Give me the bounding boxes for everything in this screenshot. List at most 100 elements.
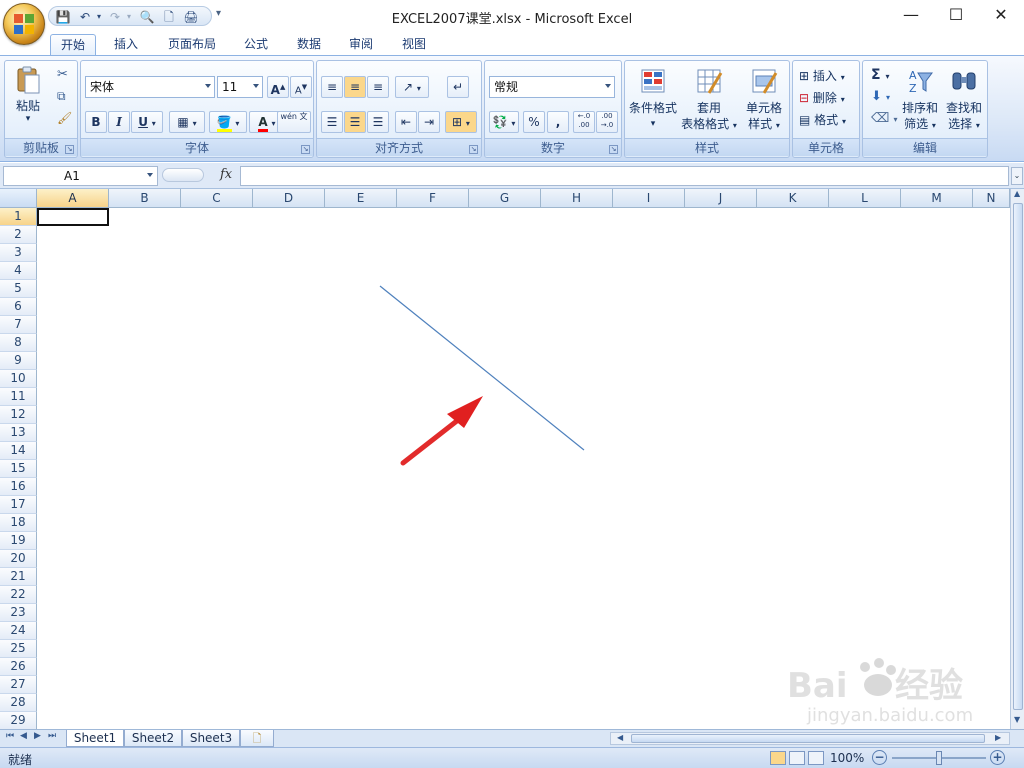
sheet-tab-2[interactable]: Sheet2 [124,730,182,747]
row-header-23[interactable]: 23 [0,604,37,622]
prev-sheet-icon[interactable]: ◀ [20,731,27,741]
find-select-button[interactable]: 查找和 选择 ▾ [943,67,985,134]
column-header-j[interactable]: J [685,189,757,208]
decrease-indent-button[interactable]: ⇤ [395,111,417,133]
row-header-28[interactable]: 28 [0,694,37,712]
scroll-up-icon[interactable]: ▲ [1014,189,1020,198]
row-header-11[interactable]: 11 [0,388,37,406]
underline-button[interactable]: U ▾ [131,111,163,133]
drawn-line[interactable] [379,285,585,451]
paste-button[interactable]: 粘贴 ▾ [9,65,47,124]
tab-formulas[interactable]: 公式 [235,34,277,56]
row-header-21[interactable]: 21 [0,568,37,586]
format-painter-icon[interactable]: 🖌 [57,111,72,125]
row-header-9[interactable]: 9 [0,352,37,370]
sheet-tab-3[interactable]: Sheet3 [182,730,240,747]
align-center-button[interactable]: ☰ [344,111,366,133]
font-launcher-icon[interactable]: ↘ [301,145,310,154]
tab-insert[interactable]: 插入 [106,34,146,56]
row-header-17[interactable]: 17 [0,496,37,514]
row-header-14[interactable]: 14 [0,442,37,460]
zoom-in-icon[interactable]: + [990,750,1005,765]
column-header-n[interactable]: N [973,189,1010,208]
scroll-right-icon[interactable]: ▶ [995,733,1001,742]
fill-button[interactable]: ⬇ ▾ [871,89,890,104]
column-header-h[interactable]: H [541,189,613,208]
zoom-slider[interactable] [892,751,986,765]
align-right-button[interactable]: ☰ [367,111,389,133]
borders-button[interactable]: ▦ ▾ [169,111,205,133]
column-header-b[interactable]: B [109,189,181,208]
format-cells-button[interactable]: ▤ 格式 ▾ [799,111,846,128]
column-header-c[interactable]: C [181,189,253,208]
align-middle-button[interactable]: ≡ [344,76,366,98]
orientation-button[interactable]: ↗ ▾ [395,76,429,98]
row-header-26[interactable]: 26 [0,658,37,676]
zoom-out-icon[interactable]: − [872,750,887,765]
percent-button[interactable]: % [523,111,545,133]
formula-grip[interactable] [162,168,204,182]
delete-cells-button[interactable]: ⊟ 删除 ▾ [799,89,845,106]
cell-styles-button[interactable]: 单元格 样式 ▾ [739,67,789,134]
number-format-dropdown[interactable]: 常规 [489,76,615,98]
decrease-decimal-button[interactable]: .00 →.0 [596,111,618,133]
row-header-13[interactable]: 13 [0,424,37,442]
vertical-scrollbar[interactable]: ▲ ▼ [1010,189,1024,729]
phonetic-button[interactable]: wén 文 [277,111,311,133]
first-sheet-icon[interactable]: ⏮ [6,731,14,741]
insert-sheet-tab[interactable]: 🗋 [240,730,274,747]
shrink-font-button[interactable]: A▼ [290,76,312,98]
row-header-27[interactable]: 27 [0,676,37,694]
increase-decimal-button[interactable]: ←.0 .00 [573,111,595,133]
tab-page-layout[interactable]: 页面布局 [158,34,226,56]
align-left-button[interactable]: ☰ [321,111,343,133]
tab-home[interactable]: 开始 [50,34,96,56]
row-header-25[interactable]: 25 [0,640,37,658]
next-sheet-icon[interactable]: ▶ [34,731,41,741]
scroll-left-icon[interactable]: ◀ [617,733,623,742]
row-header-18[interactable]: 18 [0,514,37,532]
horizontal-scrollbar[interactable]: ◀ ▶ [610,732,1010,745]
column-header-f[interactable]: F [397,189,469,208]
row-header-15[interactable]: 15 [0,460,37,478]
row-header-1[interactable]: 1 [0,208,37,226]
column-header-l[interactable]: L [829,189,901,208]
format-as-table-button[interactable]: 套用 表格格式 ▾ [681,67,737,134]
row-header-19[interactable]: 19 [0,532,37,550]
clear-button[interactable]: ⌫ ▾ [871,111,898,126]
sort-filter-button[interactable]: A Z 排序和 筛选 ▾ [899,67,941,134]
close-button[interactable]: ✕ [985,4,1017,26]
column-header-i[interactable]: I [613,189,685,208]
bold-button[interactable]: B [85,111,107,133]
row-header-29[interactable]: 29 [0,712,37,730]
merge-center-button[interactable]: ⊞ ▾ [445,111,477,133]
tab-review[interactable]: 审阅 [340,34,382,56]
column-header-a[interactable]: A [37,189,109,208]
last-sheet-icon[interactable]: ⏭ [48,731,56,741]
insert-function-icon[interactable]: fx [220,167,232,182]
expand-formula-icon[interactable]: ⌄ [1011,167,1023,185]
font-name-dropdown[interactable]: 宋体 [85,76,215,98]
accounting-format-button[interactable]: 💱 ▾ [489,111,519,133]
tab-view[interactable]: 视图 [393,34,435,56]
column-header-d[interactable]: D [253,189,325,208]
formula-input[interactable] [240,166,1009,186]
column-header-g[interactable]: G [469,189,541,208]
number-launcher-icon[interactable]: ↘ [609,145,618,154]
grow-font-button[interactable]: A▲ [267,76,289,98]
name-box[interactable]: A1 [3,166,158,186]
row-header-8[interactable]: 8 [0,334,37,352]
normal-view-icon[interactable] [770,751,786,765]
row-header-24[interactable]: 24 [0,622,37,640]
cut-icon[interactable]: ✂ [57,67,68,82]
fill-color-button[interactable]: 🪣 ▾ [209,111,247,133]
row-header-22[interactable]: 22 [0,586,37,604]
page-break-view-icon[interactable] [808,751,824,765]
page-layout-view-icon[interactable] [789,751,805,765]
insert-cells-button[interactable]: ⊞ 插入 ▾ [799,67,845,84]
vertical-scroll-thumb[interactable] [1013,203,1023,710]
conditional-formatting-button[interactable]: 条件格式 ▾ [627,67,679,132]
row-header-16[interactable]: 16 [0,478,37,496]
column-header-e[interactable]: E [325,189,397,208]
wrap-text-button[interactable]: ↵ [447,76,469,98]
